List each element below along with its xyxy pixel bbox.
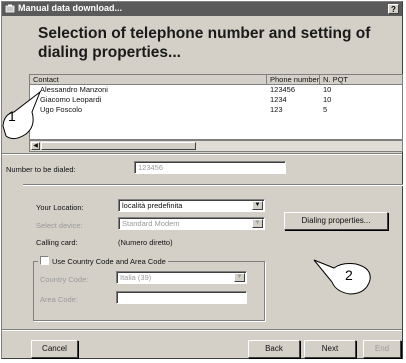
calling-card-value: (Numero diretto): [118, 238, 173, 247]
contact-row[interactable]: Alessandro Manzoni 123456 10: [30, 85, 402, 95]
dialing-properties-button[interactable]: Dialing properties...: [284, 212, 388, 230]
callout-2-pointer-icon: [313, 259, 371, 295]
page-heading: Selection of telephone number and settin…: [38, 25, 371, 61]
device-select: Standard Modem ▼: [118, 217, 265, 230]
contact-row[interactable]: Ugo Foscolo 123 5: [30, 105, 402, 115]
contact-name: Ugo Foscolo: [40, 105, 83, 114]
chevron-down-icon: ▼: [252, 219, 263, 228]
contacts-list[interactable]: Contact Phone number N. PQT Alessandro M…: [29, 74, 403, 140]
country-code-value: Italia (39): [120, 273, 152, 282]
dial-number-field[interactable]: 123456: [134, 161, 286, 174]
area-code-input[interactable]: [116, 291, 247, 304]
device-value: Standard Modem: [122, 219, 180, 228]
country-code-select: Italia (39) ▼: [116, 271, 247, 284]
title-bar[interactable]: Manual data download... ?: [2, 2, 402, 16]
separator-bottom: [2, 329, 402, 331]
cancel-button[interactable]: Cancel: [31, 340, 78, 358]
column-header-pqt[interactable]: N. PQT: [320, 75, 402, 85]
end-button: End: [363, 340, 401, 358]
location-label: Your Location:: [36, 203, 84, 212]
dialog-window: Manual data download... ? Selection of t…: [1, 1, 403, 359]
contact-row[interactable]: Giacomo Leopardi 1234 10: [30, 95, 402, 105]
back-button[interactable]: Back: [248, 340, 300, 358]
checkbox-box[interactable]: [40, 256, 49, 265]
contact-pqt: 10: [323, 95, 332, 104]
contact-name: Alessandro Manzoni: [40, 85, 108, 94]
separator-mid: [23, 184, 403, 186]
dial-number-label: Number to be dialed:: [6, 165, 76, 174]
use-country-code-label: Use Country Code and Area Code: [52, 257, 166, 266]
contact-pqt: 5: [323, 105, 328, 114]
calling-card-label: Calling card:: [36, 238, 78, 247]
contact-name: Giacomo Leopardi: [40, 95, 102, 104]
phone-app-icon: [5, 4, 15, 13]
callout-1: 1: [0, 86, 48, 146]
horizontal-scrollbar[interactable]: ◀: [29, 140, 403, 152]
callout-1-number: 1: [8, 108, 16, 124]
location-value: località predefinita: [122, 201, 183, 210]
area-code-label: Area Code:: [40, 295, 78, 304]
window-title: Manual data download...: [18, 3, 123, 13]
country-code-label: Country Code:: [40, 275, 89, 284]
next-button[interactable]: Next: [304, 340, 356, 358]
separator-top: [2, 153, 402, 155]
callout-2-number: 2: [345, 267, 353, 283]
callout-2: 2: [312, 252, 376, 298]
chevron-down-icon: ▼: [234, 273, 245, 282]
column-header-contact[interactable]: Contact: [30, 75, 267, 85]
scrollbar-thumb[interactable]: [41, 142, 196, 150]
device-label: Select device:: [36, 221, 83, 230]
contact-phone: 123456: [270, 85, 296, 94]
contact-phone: 123: [270, 105, 283, 114]
help-button[interactable]: ?: [388, 4, 399, 14]
contact-pqt: 10: [323, 85, 332, 94]
use-country-code-checkbox[interactable]: Use Country Code and Area Code: [38, 256, 168, 266]
list-header: Contact Phone number N. PQT: [30, 75, 402, 85]
location-select[interactable]: località predefinita ▼: [118, 199, 265, 212]
column-header-phone[interactable]: Phone number: [267, 75, 320, 85]
contact-phone: 1234: [270, 95, 287, 104]
chevron-down-icon[interactable]: ▼: [252, 201, 263, 210]
